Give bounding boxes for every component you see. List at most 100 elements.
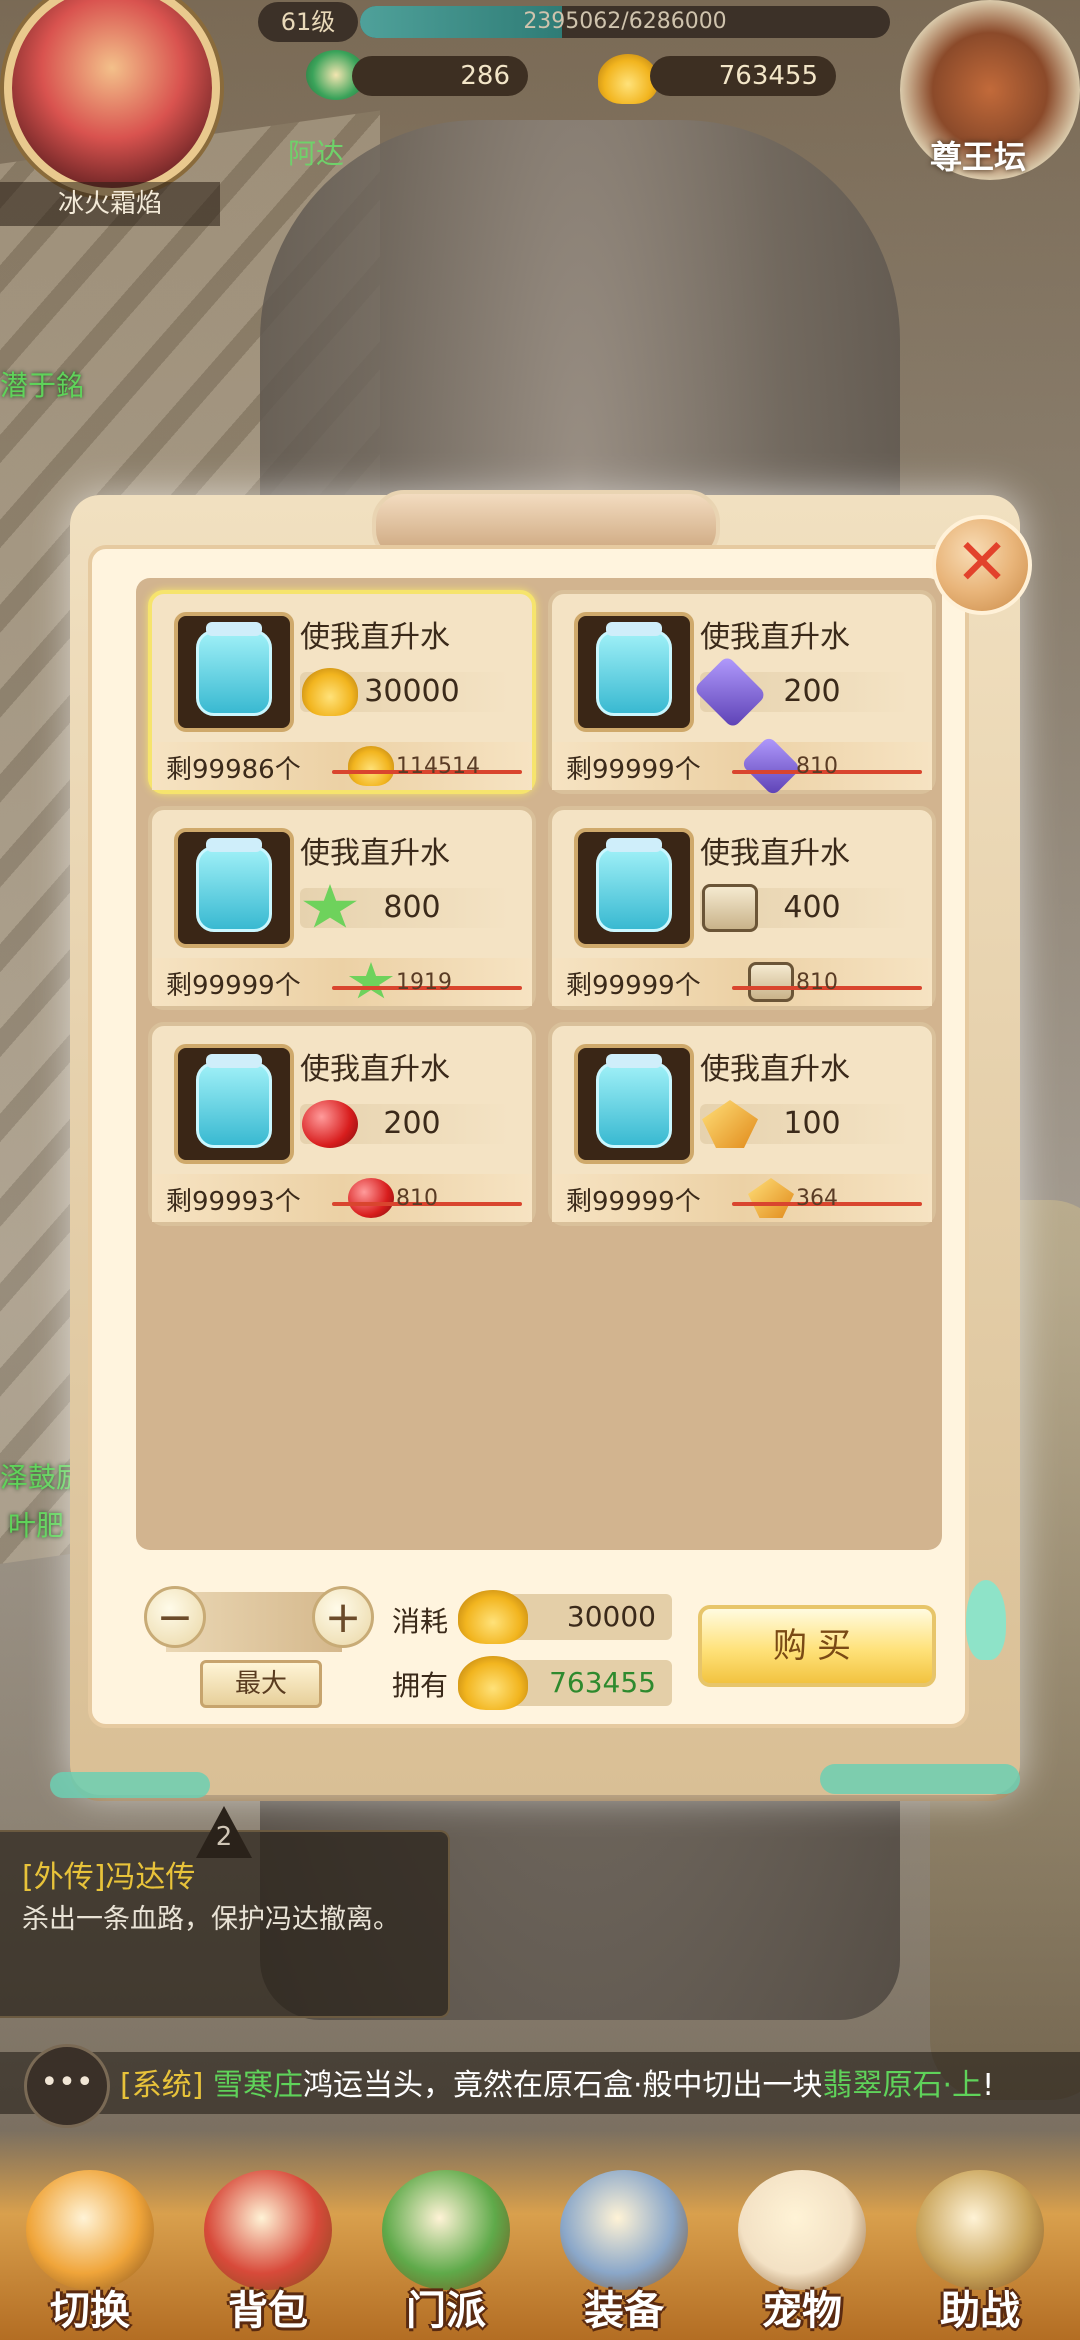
water-jar-icon (196, 1062, 272, 1148)
water-jar-icon (196, 846, 272, 932)
chat-player[interactable]: 雪寒庄 (213, 2068, 303, 2103)
equipment-icon (560, 2170, 688, 2290)
item-name: 使我直升水 (300, 836, 450, 871)
level-badge: 61级 (258, 2, 358, 42)
increase-button[interactable]: + (312, 1586, 374, 1648)
quest-description: 杀出一条血路，保护冯达撤离。 (22, 1904, 400, 1935)
jade-currency-value: 286 (352, 56, 528, 96)
item-price: 200 (383, 1106, 441, 1141)
item-original-price: 810 (796, 970, 838, 995)
nav-item[interactable]: 助战 (900, 2170, 1060, 2340)
jar-lid (206, 622, 262, 636)
item-icon-frame (174, 612, 294, 732)
switch-icon (26, 2170, 154, 2290)
item-price: 30000 (364, 674, 460, 709)
item-icon-frame (574, 1044, 694, 1164)
item-icon-frame (574, 828, 694, 948)
item-price: 200 (783, 674, 841, 709)
item-icon-frame (574, 612, 694, 732)
shop-item-card[interactable]: 使我直升水 800 剩99999个 1919 (148, 806, 536, 1010)
jade-flower-ornament (966, 1580, 1006, 1660)
exp-text: 2395062/6286000 (523, 9, 727, 34)
item-stock: 剩99999个 (166, 971, 301, 1001)
sect-icon (382, 2170, 510, 2290)
gold-ingot-icon (458, 1590, 528, 1644)
bag-icon (204, 2170, 332, 2290)
chat-message: [系统] 雪寒庄鸿运当头，竟然在原石盒·般中切出一块翡翠原石·上! (120, 2060, 994, 2104)
nav-item[interactable]: 宠物 (722, 2170, 882, 2340)
pet-icon (738, 2170, 866, 2290)
nav-item[interactable]: 背包 (188, 2170, 348, 2340)
item-name: 使我直升水 (700, 620, 850, 655)
altar-label: 尊王坛 (930, 138, 1027, 176)
nav-item[interactable]: 门派 (366, 2170, 526, 2340)
jar-lid (606, 622, 662, 636)
item-name: 使我直升水 (300, 1052, 450, 1087)
jar-lid (606, 1054, 662, 1068)
nav-item[interactable]: 装备 (544, 2170, 704, 2340)
side-player-name: 潜于銘 (0, 369, 85, 402)
nav-label: 助战 (940, 2288, 1020, 2334)
item-icon-frame (174, 828, 294, 948)
jade-cloud-ornament (820, 1764, 1020, 1794)
assist-icon (916, 2170, 1044, 2290)
shop-item-card[interactable]: 使我直升水 100 剩99999个 364 (548, 1022, 936, 1226)
jade-cloud-ornament (50, 1772, 210, 1798)
red-gem-icon (302, 1100, 358, 1148)
paw-scroll-icon (702, 884, 758, 932)
jar-lid (206, 1054, 262, 1068)
item-price: 100 (783, 1106, 841, 1141)
water-jar-icon (596, 630, 672, 716)
item-stock: 剩99999个 (566, 971, 701, 1001)
side-player-name: 叶肥 (8, 1509, 65, 1542)
gold-currency-value: 763455 (650, 56, 836, 96)
chat-text-end: ! (982, 2068, 995, 2103)
item-stock: 剩99986个 (166, 755, 301, 785)
red-gem-icon (348, 1178, 394, 1218)
nav-label: 门派 (406, 2288, 486, 2334)
water-jar-icon (596, 846, 672, 932)
buy-button[interactable]: 购买 (698, 1605, 936, 1687)
decrease-button[interactable]: − (144, 1586, 206, 1648)
item-name: 使我直升水 (700, 1052, 850, 1087)
gold-ingot-icon (348, 746, 394, 786)
item-price: 400 (783, 890, 841, 925)
own-label: 拥有 (392, 1669, 449, 1702)
shop-item-card[interactable]: 使我直升水 200 剩99993个 810 (148, 1022, 536, 1226)
paw-scroll-icon (748, 962, 794, 1002)
nav-item[interactable]: 切换 (10, 2170, 170, 2340)
chat-icon[interactable]: ••• (24, 2044, 110, 2128)
item-price: 800 (383, 890, 441, 925)
gold-ingot-icon (458, 1656, 528, 1710)
item-original-price: 1919 (396, 970, 452, 995)
close-button[interactable]: ✕ (932, 515, 1032, 615)
quest-title[interactable]: [外传]冯达传 (22, 1852, 195, 1896)
item-stock: 剩99993个 (166, 1187, 301, 1217)
chat-item[interactable]: 翡翠原石·上 (823, 2068, 983, 2103)
item-name: 使我直升水 (700, 836, 850, 871)
item-name: 使我直升水 (300, 620, 450, 655)
shop-item-card[interactable]: 使我直升水 400 剩99999个 810 (548, 806, 936, 1010)
item-original-price: 810 (796, 754, 838, 779)
jar-lid (206, 838, 262, 852)
item-icon-frame (174, 1044, 294, 1164)
item-original-price: 810 (396, 1186, 438, 1211)
nav-label: 背包 (228, 2288, 308, 2334)
nav-label: 装备 (584, 2288, 664, 2334)
chat-text: 鸿运当头，竟然在原石盒·般中切出一块 (302, 2068, 823, 2103)
nav-label: 切换 (50, 2288, 130, 2334)
chat-channel: [系统] (120, 2068, 204, 2103)
water-jar-icon (196, 630, 272, 716)
shop-item-card[interactable]: 使我直升水 30000 剩99986个 114514 (148, 590, 536, 794)
gold-ingot-icon (598, 54, 658, 104)
water-jar-icon (596, 1062, 672, 1148)
item-stock: 剩99999个 (566, 1187, 701, 1217)
item-original-price: 114514 (396, 754, 480, 779)
player-name: 冰火霜焰 (0, 182, 220, 226)
nav-label: 宠物 (762, 2288, 842, 2334)
shop-item-card[interactable]: 使我直升水 200 剩99999个 810 (548, 590, 936, 797)
cost-label: 消耗 (392, 1605, 449, 1638)
npc-name-label: 阿达 (288, 137, 345, 170)
max-button[interactable]: 最大 (200, 1660, 322, 1708)
item-original-price: 364 (796, 1186, 838, 1211)
